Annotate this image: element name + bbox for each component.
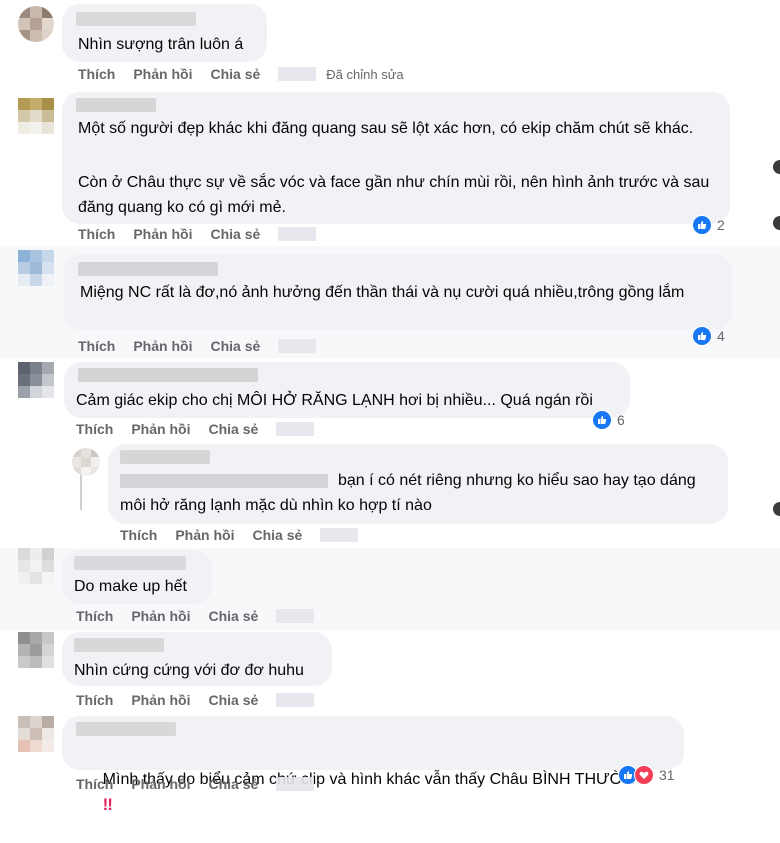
reaction-summary[interactable]: 6	[592, 409, 625, 431]
heart-reaction-icon	[634, 765, 654, 785]
reply-button[interactable]: Phản hồi	[131, 692, 190, 708]
comment-actions: Thích Phản hồi Chia sẻ	[76, 774, 324, 794]
author-name-blurred[interactable]	[120, 450, 210, 464]
comment-bubble: Nhìn sượng trân luôn á	[62, 4, 267, 62]
timestamp-blurred[interactable]	[276, 693, 315, 707]
reaction-count: 2	[717, 217, 725, 233]
timestamp-blurred[interactable]	[320, 528, 359, 542]
like-button[interactable]: Thích	[76, 608, 113, 624]
author-name-blurred[interactable]	[76, 98, 156, 112]
avatar[interactable]	[18, 6, 54, 42]
comment-actions: Thích Phản hồi Chia sẻ	[78, 224, 326, 244]
more-options-icon[interactable]	[773, 216, 780, 230]
comment-bubble: Cảm giác ekip cho chị MÔI HỞ RĂNG LẠNH h…	[64, 362, 630, 418]
reaction-summary[interactable]: 31	[618, 764, 675, 786]
share-button[interactable]: Chia sẻ	[210, 66, 260, 82]
reply-button[interactable]: Phản hồi	[175, 527, 234, 543]
reply-bubble: bạn í có nét riêng nhưng ko hiểu sao hay…	[108, 444, 728, 524]
comment-bubble: Mình thấy do biểu cảm chứ clip và hình k…	[62, 716, 684, 814]
avatar[interactable]	[18, 98, 54, 134]
double-exclamation-emoji: ‼	[102, 795, 113, 814]
author-name-blurred[interactable]	[74, 638, 164, 652]
comment-actions: Thích Phản hồi Chia sẻ	[76, 419, 324, 439]
author-name-blurred[interactable]	[78, 368, 258, 382]
avatar[interactable]	[18, 548, 54, 584]
like-button[interactable]: Thích	[76, 421, 113, 437]
author-name-blurred[interactable]	[76, 722, 176, 736]
reply-button[interactable]: Phản hồi	[131, 608, 190, 624]
like-button[interactable]: Thích	[78, 226, 115, 242]
comment-text: Cảm giác ekip cho chị MÔI HỞ RĂNG LẠNH h…	[76, 392, 593, 409]
reply-button[interactable]: Phản hồi	[133, 226, 192, 242]
like-button[interactable]: Thích	[76, 692, 113, 708]
more-options-icon[interactable]	[773, 502, 780, 516]
reply-button[interactable]: Phản hồi	[133, 66, 192, 82]
share-button[interactable]: Chia sẻ	[210, 338, 260, 354]
share-button[interactable]: Chia sẻ	[208, 776, 258, 792]
share-button[interactable]: Chia sẻ	[208, 421, 258, 437]
comment-band-7: Mình thấy do biểu cảm chứ clip và hình k…	[0, 714, 780, 814]
like-button[interactable]: Thích	[78, 338, 115, 354]
comment-actions: Thích Phản hồi Chia sẻ	[78, 336, 326, 356]
avatar[interactable]	[18, 362, 54, 398]
share-button[interactable]: Chia sẻ	[252, 527, 302, 543]
timestamp-blurred[interactable]	[276, 422, 315, 436]
reply-button[interactable]: Phản hồi	[131, 421, 190, 437]
comment-band-3: Miệng NC rất là đơ,nó ảnh hưởng đến thần…	[0, 246, 780, 358]
like-reaction-icon	[592, 410, 612, 430]
more-options-icon[interactable]	[773, 160, 780, 174]
comment-bubble: Miệng NC rất là đơ,nó ảnh hưởng đến thần…	[64, 254, 732, 330]
like-button[interactable]: Thích	[120, 527, 157, 543]
comment-band-4: Cảm giác ekip cho chị MÔI HỞ RĂNG LẠNH h…	[0, 358, 780, 548]
reply-text: bạn í có nét riêng nhưng ko hiểu sao hay…	[120, 472, 701, 514]
avatar[interactable]	[18, 716, 54, 752]
avatar[interactable]	[18, 632, 54, 668]
reaction-count: 6	[617, 412, 625, 428]
like-reaction-icon	[692, 215, 712, 235]
comment-text: Do make up hết	[74, 578, 187, 595]
avatar[interactable]	[72, 448, 100, 476]
comment-band-5: Do make up hết Thích Phản hồi Chia sẻ	[0, 548, 780, 630]
comment-bubble: Nhìn cứng cứng với đơ đơ huhu	[62, 632, 332, 686]
timestamp-blurred[interactable]	[278, 339, 317, 353]
comment-text: Một số người đẹp khác khi đăng quang sau…	[78, 120, 694, 137]
comment-band-2: Một số người đẹp khác khi đăng quang sau…	[0, 92, 780, 246]
comment-actions: Thích Phản hồi Chia sẻ Đã chỉnh sửa	[78, 64, 404, 84]
reply-actions: Thích Phản hồi Chia sẻ	[120, 525, 368, 545]
like-button[interactable]: Thích	[78, 66, 115, 82]
timestamp-blurred[interactable]	[276, 609, 315, 623]
reaction-summary[interactable]: 4	[692, 325, 725, 347]
comment-bubble: Một số người đẹp khác khi đăng quang sau…	[62, 92, 730, 224]
share-button[interactable]: Chia sẻ	[208, 608, 258, 624]
share-button[interactable]: Chia sẻ	[210, 226, 260, 242]
edited-label: Đã chỉnh sửa	[326, 66, 404, 82]
like-reaction-icon	[692, 326, 712, 346]
reaction-count: 4	[717, 328, 725, 344]
timestamp-blurred[interactable]	[278, 227, 317, 241]
comment-actions: Thích Phản hồi Chia sẻ	[76, 606, 324, 626]
comment-text: Miệng NC rất là đơ,nó ảnh hưởng đến thần…	[80, 284, 685, 301]
author-name-blurred[interactable]	[76, 12, 196, 26]
comment-text: Nhìn sượng trân luôn á	[78, 36, 244, 53]
reaction-summary[interactable]: 2	[692, 214, 725, 236]
comment-band-1: Nhìn sượng trân luôn á Thích Phản hồi Ch…	[0, 0, 780, 92]
reply-button[interactable]: Phản hồi	[131, 776, 190, 792]
share-button[interactable]: Chia sẻ	[208, 692, 258, 708]
comment-band-6: Nhìn cứng cứng với đơ đơ huhu Thích Phản…	[0, 630, 780, 714]
comment-text-paragraph-2: Còn ở Châu thực sự về sắc vóc và face gầ…	[78, 174, 714, 216]
avatar[interactable]	[18, 250, 54, 286]
author-name-blurred[interactable]	[78, 262, 218, 276]
reply-button[interactable]: Phản hồi	[133, 338, 192, 354]
timestamp-blurred[interactable]	[276, 777, 315, 791]
comment-text: Nhìn cứng cứng với đơ đơ huhu	[74, 662, 304, 679]
like-button[interactable]: Thích	[76, 776, 113, 792]
comment-bubble: Do make up hết	[62, 550, 212, 604]
comment-actions: Thích Phản hồi Chia sẻ	[76, 690, 324, 710]
timestamp-blurred[interactable]	[278, 67, 317, 81]
author-name-blurred[interactable]	[74, 556, 186, 570]
reaction-count: 31	[659, 767, 675, 783]
